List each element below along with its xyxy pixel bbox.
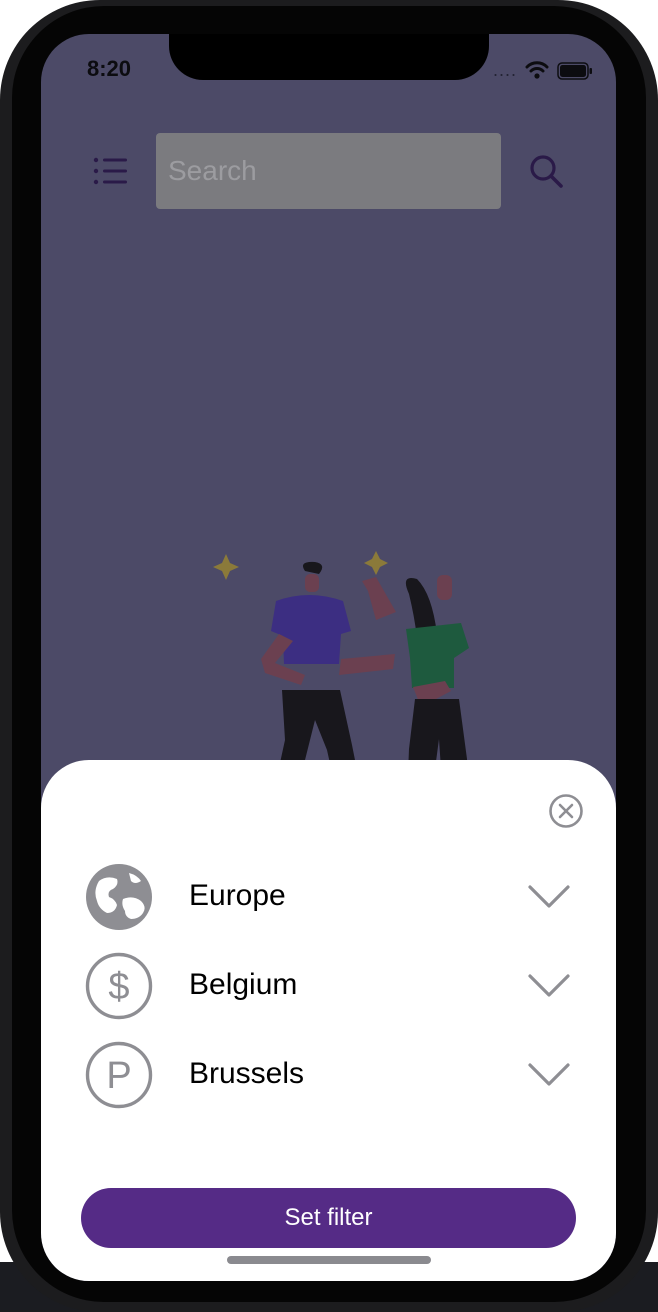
phone-frame: 8:20 .... Search Europe $ Belgium P Brus… — [0, 0, 658, 1312]
filter-row-country[interactable]: $ Belgium — [85, 952, 575, 1020]
menu-button[interactable] — [91, 154, 131, 190]
close-circle-icon — [549, 794, 583, 828]
close-button[interactable] — [548, 793, 584, 829]
svg-text:P: P — [106, 1055, 131, 1097]
svg-text:$: $ — [108, 966, 129, 1008]
status-time: 8:20 — [87, 56, 132, 81]
parking-icon: P — [85, 1041, 153, 1109]
magnifier-icon — [530, 155, 563, 188]
currency-dollar-icon: $ — [85, 952, 153, 1020]
filter-row-continent[interactable]: Europe — [85, 863, 575, 931]
filter-sheet: Europe $ Belgium P Brussels Set filter — [41, 760, 616, 1281]
app-screen: 8:20 .... Search Europe $ Belgium P Brus… — [41, 34, 616, 1281]
filter-label-continent: Europe — [189, 879, 286, 912]
search-button[interactable] — [527, 152, 567, 192]
filter-row-city[interactable]: P Brussels — [85, 1041, 575, 1109]
battery-icon — [557, 62, 592, 80]
filter-label-city: Brussels — [189, 1057, 305, 1090]
globe-icon — [86, 864, 152, 930]
search-input[interactable] — [156, 133, 501, 209]
chevron-down-icon[interactable] — [527, 970, 571, 1000]
notch — [169, 34, 489, 80]
wifi-icon — [525, 61, 549, 79]
set-filter-button[interactable]: Set filter — [81, 1188, 576, 1248]
chevron-down-icon[interactable] — [527, 1059, 571, 1089]
chevron-down-icon[interactable] — [527, 881, 571, 911]
signal-icon: .... — [493, 60, 518, 80]
home-indicator — [227, 1256, 431, 1264]
list-icon — [93, 157, 127, 185]
people-celebrating-illustration — [213, 551, 469, 769]
filter-label-country: Belgium — [189, 968, 298, 1001]
